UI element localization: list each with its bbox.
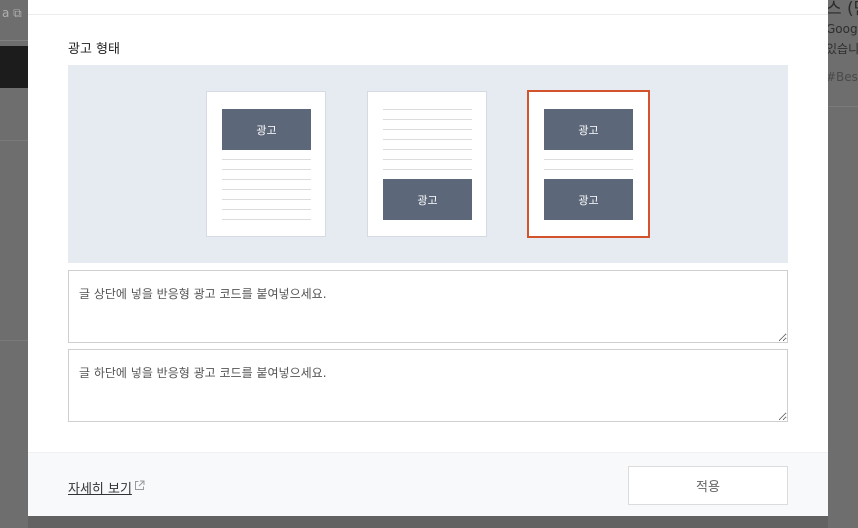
text-line (383, 109, 472, 110)
text-line (544, 169, 633, 170)
section-title: 광고 형태 (68, 42, 120, 57)
text-line (383, 139, 472, 140)
background-dark-bar (0, 46, 28, 88)
text-line (544, 159, 633, 160)
modal-header-divider (28, 14, 828, 15)
background-text-fragment: 있습니 (828, 42, 858, 56)
ad-settings-modal: 광고 형태 광고 광고 광고 광고 글 상단에 넣을 반응형 광고 코드를 붙여… (28, 0, 828, 516)
more-info-link[interactable]: 자세히 보기 (68, 478, 132, 497)
background-page-right: 스 (만 Googl 있습니 #Best (828, 0, 858, 528)
text-line (383, 149, 472, 150)
background-heading-fragment: 스 (만 (828, 0, 858, 19)
apply-button[interactable]: 적용 (628, 466, 788, 505)
layout-option-top[interactable]: 광고 (206, 91, 326, 237)
bottom-ad-code-input[interactable] (68, 349, 788, 422)
modal-footer: 자세히 보기 적용 (28, 452, 828, 516)
background-tag-fragment: #Best (828, 70, 858, 84)
layout-option-bottom[interactable]: 광고 (367, 91, 487, 237)
background-page-left: a ⧉ (0, 0, 28, 528)
text-line (222, 159, 311, 160)
background-divider (0, 340, 28, 341)
text-line (222, 169, 311, 170)
text-line (222, 209, 311, 210)
external-link-icon (135, 480, 145, 490)
ad-block-top: 광고 (222, 109, 311, 150)
ad-layout-panel: 광고 광고 광고 광고 (68, 65, 788, 263)
ad-block-bottom: 광고 (544, 179, 633, 220)
background-text-fragment: a ⧉ (2, 6, 22, 20)
text-line (383, 159, 472, 160)
text-line (222, 199, 311, 200)
background-page-bottom (28, 516, 828, 528)
layout-option-top-and-bottom[interactable]: 광고 광고 (527, 90, 650, 238)
ad-block-top: 광고 (544, 109, 633, 150)
text-line (383, 129, 472, 130)
text-line (222, 179, 311, 180)
background-divider (828, 106, 858, 107)
text-line (222, 189, 311, 190)
text-line (383, 119, 472, 120)
text-line (222, 219, 311, 220)
ad-block-bottom: 광고 (383, 179, 472, 220)
background-divider (0, 140, 28, 141)
background-divider (0, 40, 28, 41)
top-ad-code-input[interactable] (68, 270, 788, 343)
background-text-fragment: Googl (828, 22, 858, 36)
text-line (383, 169, 472, 170)
